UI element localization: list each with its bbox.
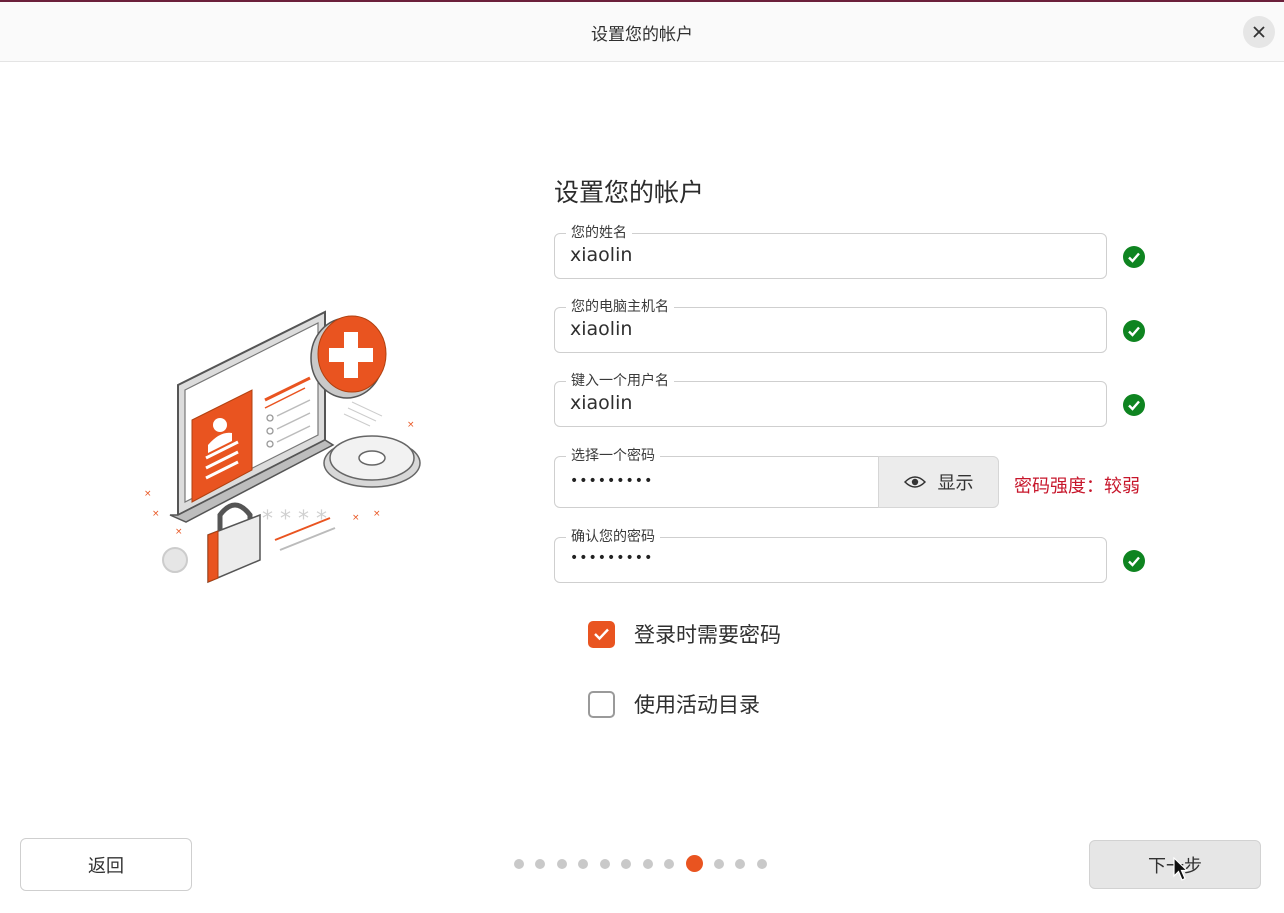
active-directory-checkbox[interactable] [588,690,615,718]
progress-dot [735,859,745,869]
progress-dot [664,859,674,869]
hostname-label: 您的电脑主机名 [566,297,674,317]
confirm-password-input[interactable]: ••••••••• [570,550,653,566]
confirm-password-label: 确认您的密码 [566,527,660,547]
progress-dot [578,859,588,869]
close-button[interactable] [1243,16,1275,48]
progress-dot-current [686,855,703,872]
username-field[interactable]: 键入一个用户名 xiaolin [554,371,1107,427]
active-directory-label: 使用活动目录 [634,693,760,717]
full-name-valid-check-icon [1123,246,1145,268]
account-setup-illustration: * * * * × × × × × × [144,310,421,584]
progress-dot [643,859,653,869]
full-name-input[interactable]: xiaolin [570,244,870,266]
progress-dot [535,859,545,869]
require-password-label: 登录时需要密码 [634,623,781,647]
checkbox-check-icon [594,628,609,641]
password-field[interactable]: 选择一个密码 ••••••••• [554,446,880,508]
full-name-field[interactable]: 您的姓名 xiaolin [554,223,1107,279]
progress-dot [714,859,724,869]
username-label: 键入一个用户名 [566,371,674,391]
installer-window: 设置您的帐户 * * * * × × × × × × 设置您的帐户 您的姓名 x… [0,0,1284,913]
password-input[interactable]: ••••••••• [570,473,653,489]
svg-text:×: × [152,509,160,519]
back-button[interactable]: 返回 [20,838,192,891]
show-password-button[interactable]: 显示 [878,456,999,508]
progress-dot [600,859,610,869]
svg-text:×: × [407,420,415,430]
eye-icon [903,476,926,488]
svg-text:×: × [352,513,360,523]
title-bar: 设置您的帐户 [0,2,1284,62]
username-input[interactable]: xiaolin [570,392,870,414]
password-label: 选择一个密码 [566,446,660,466]
window-title: 设置您的帐户 [591,25,693,45]
password-strength: 密码强度：较弱 [1014,476,1140,497]
progress-dot [757,859,767,869]
svg-text:* * * *: * * * * [262,507,327,532]
confirm-password-field[interactable]: 确认您的密码 ••••••••• [554,527,1107,583]
svg-text:×: × [373,509,381,519]
show-password-label: 显示 [937,473,974,494]
hostname-valid-check-icon [1123,320,1145,342]
require-password-checkbox[interactable] [588,620,615,648]
confirm-password-valid-check-icon [1123,550,1145,572]
progress-dot [557,859,567,869]
form-heading: 设置您的帐户 [554,178,705,207]
username-valid-check-icon [1123,394,1145,416]
require-password-login-option[interactable]: 登录时需要密码 [588,619,781,649]
svg-text:×: × [175,527,183,537]
progress-dot [514,859,524,869]
progress-dot [621,859,631,869]
svg-text:×: × [144,489,152,499]
active-directory-option[interactable]: 使用活动目录 [588,689,760,719]
close-icon [1253,26,1265,38]
full-name-label: 您的姓名 [566,223,632,243]
hostname-field[interactable]: 您的电脑主机名 xiaolin [554,297,1107,353]
hostname-input[interactable]: xiaolin [570,318,870,340]
mouse-cursor-icon [1173,857,1189,881]
